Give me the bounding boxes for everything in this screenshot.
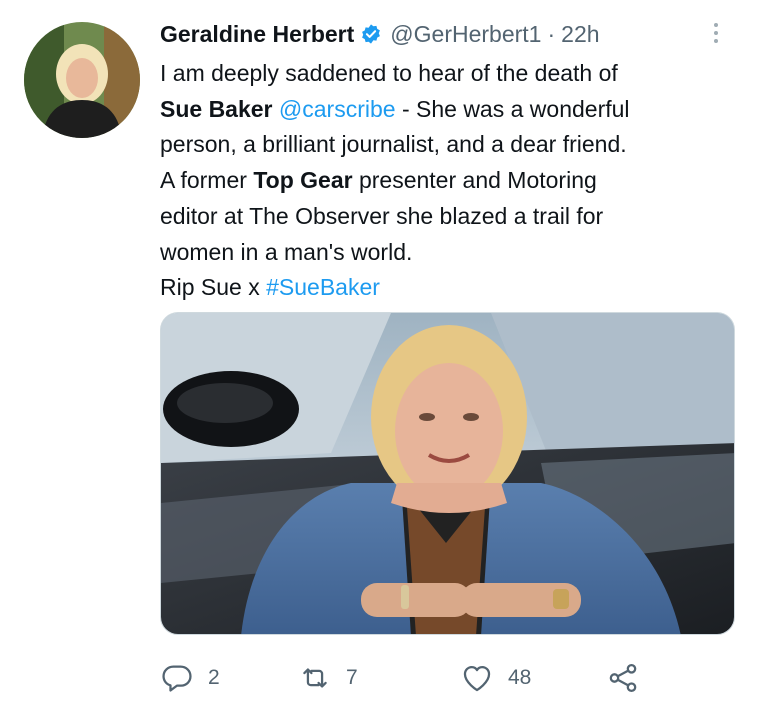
mention-link[interactable]: @carscribe [279, 96, 396, 122]
heart-icon [463, 665, 491, 692]
bold-text: Top Gear [253, 167, 353, 194]
bold-text: Sue Baker [160, 95, 273, 122]
text-segment: I am deeply saddened to hear of the deat… [160, 60, 618, 86]
reply-count: 2 [208, 666, 220, 689]
woman-leaning-on-car-photo [161, 313, 734, 634]
text-segment: editor at The Observer she blazed a trai… [160, 202, 604, 229]
tweet-actions-bar: 2 7 48 [160, 660, 660, 696]
retweet-button[interactable]: 7 [298, 660, 358, 696]
tweet-text-line: person, a brilliant journalist, and a de… [160, 127, 740, 163]
tweet-text-line: A former Top Gear presenter and Motoring [160, 163, 740, 199]
tweet-text-line: women in a man's world. [160, 235, 740, 271]
avatar[interactable] [24, 22, 140, 138]
reply-button[interactable]: 2 [160, 660, 220, 696]
retweet-count: 7 [346, 666, 358, 689]
text-segment: A former [160, 167, 254, 194]
text-segment: - She was a wonderful [395, 95, 630, 122]
share-icon [609, 663, 637, 693]
tweet-media-photo[interactable] [160, 312, 735, 635]
header-separator: · [547, 20, 556, 47]
more-options-icon[interactable] [706, 18, 726, 48]
text-segment: women in a man's world. [160, 238, 413, 265]
share-button[interactable] [606, 660, 640, 696]
like-count: 48 [508, 666, 532, 689]
tweet-header: Geraldine Herbert @GerHerbert1 · 22h [160, 18, 600, 50]
like-button[interactable]: 48 [460, 660, 531, 696]
tweet-text-line: Rip Sue x #SueBaker [160, 270, 740, 306]
tweet-text: I am deeply saddened to hear of the deat… [160, 56, 740, 306]
reply-icon [162, 665, 192, 692]
author-display-name[interactable]: Geraldine Herbert [160, 21, 354, 48]
author-handle[interactable]: @GerHerbert1 [390, 21, 541, 48]
tweet-text-line: I am deeply saddened to hear of the deat… [160, 56, 740, 92]
avatar-image [24, 22, 140, 138]
verified-badge-icon [362, 24, 381, 44]
text-segment: person, a brilliant journalist, and a de… [160, 131, 627, 158]
tweet-text-line: editor at The Observer she blazed a trai… [160, 199, 740, 235]
retweet-icon [303, 668, 327, 688]
hashtag-link[interactable]: #SueBaker [266, 274, 380, 300]
text-segment: Rip Sue x [160, 274, 267, 301]
tweet-text-line: Sue Baker @carscribe - She was a wonderf… [160, 92, 740, 128]
text-segment: presenter and Motoring [352, 167, 597, 194]
tweet-timestamp[interactable]: 22h [561, 21, 599, 48]
